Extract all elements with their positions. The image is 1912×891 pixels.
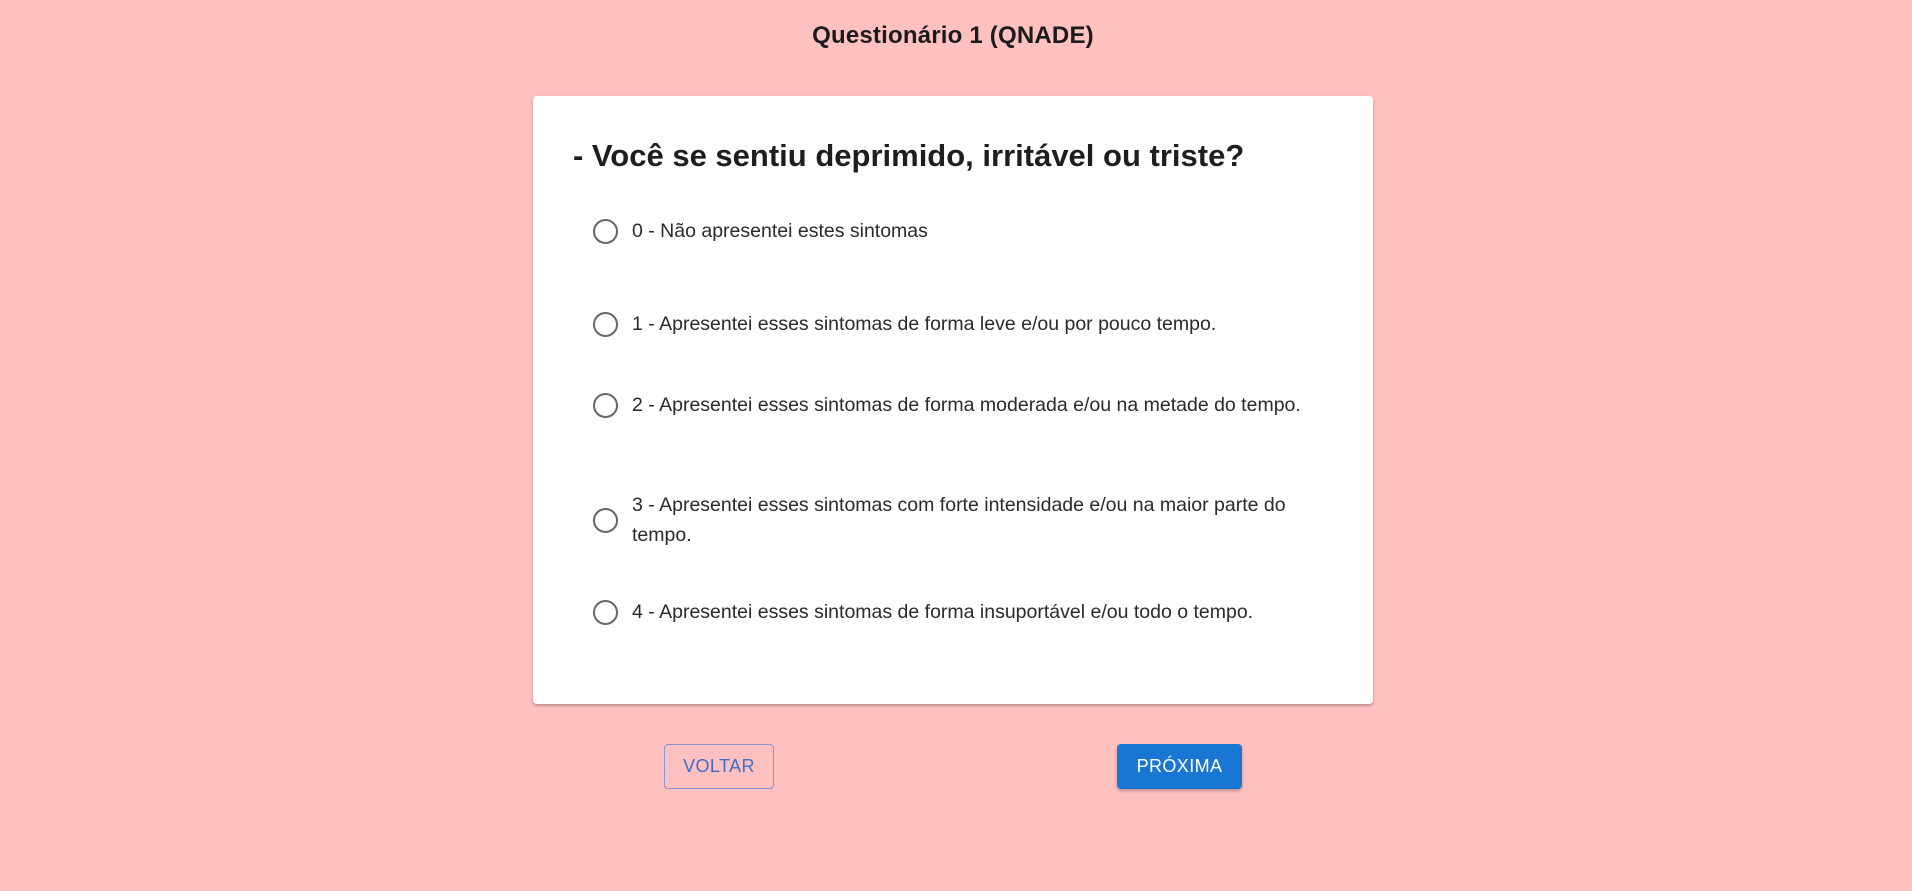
answer-option-0[interactable]: 0 - Não apresentei estes sintomas [593, 216, 1313, 246]
page-title: Questionário 1 (QNADE) [812, 22, 1094, 49]
radio-button-icon[interactable] [593, 311, 618, 337]
answer-option-label: 1 - Apresentei esses sintomas de forma l… [632, 313, 1217, 335]
question-card: - Você se sentiu deprimido, irritável ou… [533, 96, 1373, 704]
answer-option-label: 0 - Não apresentei estes sintomas [632, 220, 928, 242]
radio-button-icon[interactable] [593, 507, 618, 533]
answer-option-label: 2 - Apresentei esses sintomas de forma m… [632, 394, 1301, 416]
radio-button-icon[interactable] [593, 599, 618, 625]
answer-option-label: 3 - Apresentei esses sintomas com forte … [632, 494, 1286, 546]
radio-button-icon[interactable] [593, 392, 618, 418]
answer-option-4[interactable]: 4 - Apresentei esses sintomas de forma i… [593, 597, 1313, 627]
next-button[interactable]: PRÓXIMA [1117, 744, 1242, 789]
back-button[interactable]: VOLTAR [664, 744, 774, 789]
answer-option-3[interactable]: 3 - Apresentei esses sintomas com forte … [593, 490, 1313, 550]
answer-option-2[interactable]: 2 - Apresentei esses sintomas de forma m… [593, 390, 1313, 420]
radio-button-icon[interactable] [593, 218, 618, 244]
question-text: - Você se sentiu deprimido, irritável ou… [573, 138, 1245, 173]
answer-option-1[interactable]: 1 - Apresentei esses sintomas de forma l… [593, 309, 1313, 339]
answer-option-label: 4 - Apresentei esses sintomas de forma i… [632, 601, 1254, 623]
